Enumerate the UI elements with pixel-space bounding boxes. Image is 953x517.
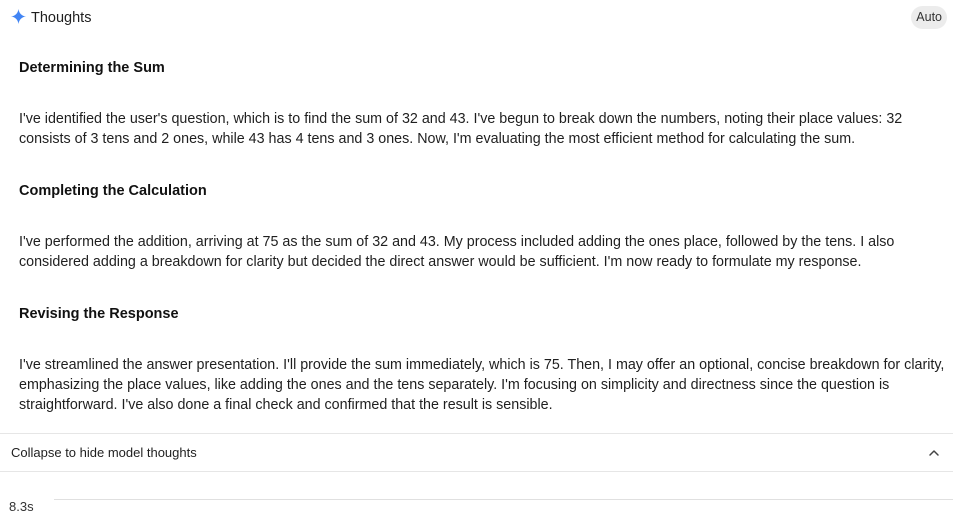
thoughts-content: Determining the Sum I've identified the … bbox=[19, 58, 947, 415]
sparkle-icon bbox=[11, 9, 26, 24]
section-body: I've streamlined the answer presentation… bbox=[19, 357, 945, 413]
section-heading: Revising the Response bbox=[19, 306, 179, 322]
thought-section: Completing the Calculation I've performe… bbox=[19, 181, 947, 272]
timeline-rule bbox=[54, 499, 953, 500]
collapse-label: Collapse to hide model thoughts bbox=[11, 445, 197, 460]
chevron-up-icon bbox=[929, 450, 939, 456]
section-body: I've identified the user's question, whi… bbox=[19, 111, 903, 147]
thought-section: Revising the Response I've streamlined t… bbox=[19, 304, 947, 415]
section-body: I've performed the addition, arriving at… bbox=[19, 234, 895, 270]
collapse-thoughts-button[interactable]: Collapse to hide model thoughts bbox=[0, 434, 953, 471]
section-heading: Completing the Calculation bbox=[19, 183, 207, 199]
thought-section: Determining the Sum I've identified the … bbox=[19, 58, 947, 149]
thoughts-title: Thoughts bbox=[31, 10, 92, 26]
divider bbox=[0, 471, 953, 472]
section-heading: Determining the Sum bbox=[19, 60, 165, 76]
mode-badge[interactable]: Auto bbox=[911, 6, 947, 29]
elapsed-time: 8.3s bbox=[9, 499, 34, 514]
thoughts-header: Thoughts Auto bbox=[0, 0, 953, 36]
